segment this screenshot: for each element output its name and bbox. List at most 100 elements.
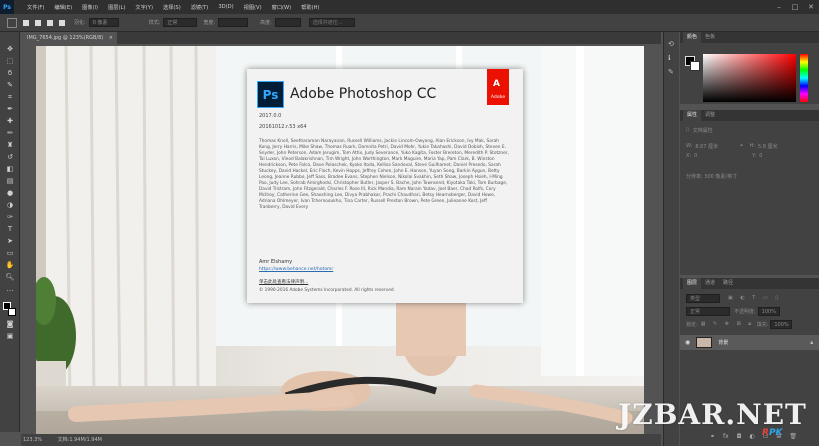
style-select[interactable]: 正常 <box>163 18 198 27</box>
type-tool-icon[interactable]: T <box>5 225 15 234</box>
menu-filter[interactable]: 滤镜(T) <box>186 4 214 11</box>
delete-layer-icon[interactable]: 🗑︎ <box>789 433 797 440</box>
info-panel-icon[interactable]: ℹ <box>668 54 671 62</box>
pen-tool-icon[interactable]: ✑ <box>5 213 15 222</box>
layer-row[interactable]: ◉ 背景 🔒︎ <box>680 335 819 350</box>
close-tab-icon[interactable]: × <box>109 32 113 44</box>
menu-file[interactable]: 文件(F) <box>22 4 49 11</box>
minimize-icon[interactable]: – <box>771 0 787 14</box>
marquee-tool-icon[interactable]: ⬚ <box>5 57 15 66</box>
tab-adjustments[interactable]: 调整 <box>701 110 719 121</box>
lasso-tool-icon[interactable]: ϭ <box>5 69 15 78</box>
background-color-swatch[interactable] <box>8 308 16 316</box>
gradient-tool-icon[interactable]: ▤ <box>5 177 15 186</box>
menu-layer[interactable]: 图层(L) <box>103 4 130 11</box>
prop-resolution: 分辨率: 300 像素/英寸 <box>686 173 738 180</box>
shape-tool-icon[interactable]: ▭ <box>5 249 15 258</box>
dodge-tool-icon[interactable]: ◑ <box>5 201 15 210</box>
blend-mode-select[interactable]: 正常 <box>686 306 730 316</box>
properties-title: 文档属性 <box>692 127 713 134</box>
tab-layers[interactable]: 图层 <box>683 278 702 289</box>
watermark-badge-a: R <box>762 428 769 438</box>
prop-height[interactable]: 5.8 厘米 <box>758 143 778 150</box>
tab-color[interactable]: 颜色 <box>683 32 702 43</box>
layer-filter-icons[interactable]: ▣ ◐ T ▭ ▯ <box>728 295 781 301</box>
brush-panel-icon[interactable]: ✎ <box>668 68 674 76</box>
select-and-mask-button[interactable]: 选择并遮住... <box>308 18 355 27</box>
zoom-tool-icon[interactable]: 🔍︎ <box>5 273 15 282</box>
color-field[interactable] <box>703 54 796 102</box>
eraser-tool-icon[interactable]: ◧ <box>5 165 15 174</box>
intersect-selection-icon[interactable] <box>59 19 65 26</box>
menu-edit[interactable]: 编辑(E) <box>49 4 77 11</box>
opacity-input[interactable]: 100% <box>757 306 780 316</box>
about-dialog[interactable]: Ps Adobe Photoshop CC A Adobe 2017.0.0 2… <box>247 69 523 303</box>
menu-select[interactable]: 选择(S) <box>158 4 186 11</box>
photoshop-app-icon: Ps <box>257 81 284 108</box>
close-icon[interactable]: ✕ <box>803 0 819 14</box>
add-mask-icon[interactable]: ◘ <box>737 433 742 440</box>
properties-panel: 属性 调整 ▯ 文档属性 W: 8.67 厘米 ⚭ H: 5.8 厘米 X: 0… <box>680 110 819 275</box>
history-brush-tool-icon[interactable]: ↺ <box>5 153 15 162</box>
more-tools-icon[interactable]: … <box>5 285 15 294</box>
subtract-selection-icon[interactable] <box>47 19 53 26</box>
fill-input[interactable]: 100% <box>770 319 793 329</box>
brush-tool-icon[interactable]: ✏ <box>5 129 15 138</box>
prop-y[interactable]: 0 <box>759 153 762 159</box>
feather-input[interactable]: 0 像素 <box>88 18 119 27</box>
color-panel: 颜色 色板 <box>680 32 819 104</box>
document-size: 文档:1.94M/1.94M <box>57 437 102 443</box>
quick-select-tool-icon[interactable]: ✎ <box>5 81 15 90</box>
menu-window[interactable]: 窗口(W) <box>267 4 297 11</box>
menu-3d[interactable]: 3D(D) <box>213 4 238 10</box>
hue-slider[interactable] <box>800 54 808 102</box>
zoom-level[interactable]: 123.3% <box>23 437 42 443</box>
width-input[interactable] <box>218 18 249 27</box>
status-bar: 123.3% 文档:1.94M/1.94M <box>21 434 661 446</box>
color-bg-swatch[interactable] <box>690 61 700 71</box>
screen-mode-icon[interactable]: ▣ <box>5 332 15 341</box>
visibility-eye-icon[interactable]: ◉ <box>685 339 690 346</box>
document-tab[interactable]: IMG_7654.jpg @ 123%(RGB/8) × <box>21 32 117 44</box>
splash-artist-link[interactable]: https://www.behance.net/hotamr <box>259 267 333 272</box>
options-bar: 羽化: 0 像素 样式: 正常 宽度: 高度: 选择并遮住... <box>0 14 819 32</box>
legal-notices-link[interactable]: 单击此处查看法律声明... <box>259 279 308 285</box>
menu-image[interactable]: 图像(I) <box>77 4 103 11</box>
marquee-preset-icon[interactable] <box>7 17 17 28</box>
link-icon[interactable]: ⚭ <box>739 143 743 149</box>
tab-paths[interactable]: 路径 <box>719 278 737 289</box>
hand-tool-icon[interactable]: ✋ <box>5 261 15 270</box>
height-label: 高度: <box>260 20 272 26</box>
move-tool-icon[interactable]: ✥ <box>5 45 15 54</box>
lock-icons[interactable]: ▦ ✎ ✥ ⊠ 🔒︎ <box>701 321 757 327</box>
fx-icon[interactable]: fx <box>723 433 729 440</box>
layer-thumbnail <box>696 337 713 348</box>
prop-width[interactable]: 8.67 厘米 <box>695 143 739 150</box>
history-panel-icon[interactable]: ⟲ <box>668 40 674 48</box>
crop-tool-icon[interactable]: ⌗ <box>5 93 15 102</box>
about-version: 2017.0.0 <box>259 113 282 119</box>
maximize-icon[interactable]: □ <box>787 0 803 14</box>
prop-x[interactable]: 0 <box>694 153 752 159</box>
quick-mask-icon[interactable]: ◙ <box>5 320 15 329</box>
tab-swatches[interactable]: 色板 <box>701 32 719 43</box>
menu-view[interactable]: 视图(V) <box>239 4 267 11</box>
healing-brush-tool-icon[interactable]: ✚ <box>5 117 15 126</box>
document-tab-title: IMG_7654.jpg @ 123%(RGB/8) <box>27 35 104 41</box>
height-input[interactable] <box>274 18 301 27</box>
path-select-tool-icon[interactable]: ➤ <box>5 237 15 246</box>
eyedropper-tool-icon[interactable]: ✒ <box>5 105 15 114</box>
layer-filter-select[interactable]: 类型 <box>686 293 720 303</box>
tools-panel: ✥ ⬚ ϭ ✎ ⌗ ✒ ✚ ✏ ♜ ↺ ◧ ▤ ● ◑ ✑ T ➤ ▭ ✋ 🔍︎… <box>0 32 20 432</box>
tab-properties[interactable]: 属性 <box>683 110 702 121</box>
menu-type[interactable]: 文字(Y) <box>130 4 158 11</box>
adjustment-layer-icon[interactable]: ◐ <box>749 433 754 440</box>
clone-stamp-tool-icon[interactable]: ♜ <box>5 141 15 150</box>
add-selection-icon[interactable] <box>35 19 41 26</box>
new-selection-icon[interactable] <box>23 19 29 26</box>
menu-help[interactable]: 帮助(H) <box>296 4 324 11</box>
blur-tool-icon[interactable]: ● <box>5 189 15 198</box>
link-layers-icon[interactable]: ⚭ <box>710 433 715 440</box>
width-label: 宽度: <box>203 20 216 26</box>
tab-channels[interactable]: 通道 <box>701 278 719 289</box>
